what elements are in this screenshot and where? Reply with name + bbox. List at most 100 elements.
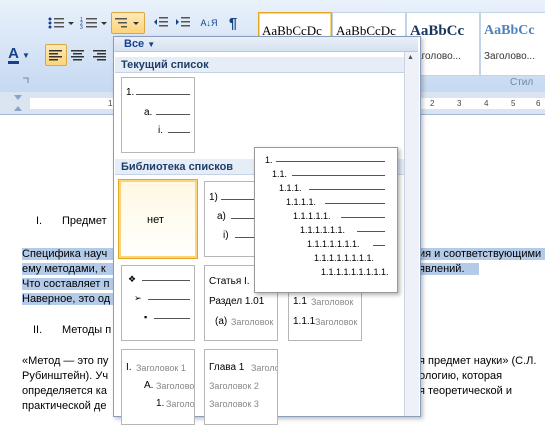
list-none-tile[interactable]: нет bbox=[118, 179, 198, 259]
level-line bbox=[168, 132, 190, 133]
chevron-down-icon: ▼ bbox=[147, 40, 156, 49]
chevron-down-icon: ▼ bbox=[21, 50, 30, 60]
para2-line2-right: ологию, которая bbox=[419, 370, 503, 382]
para1-line1-right: ия и соответствующими bbox=[419, 248, 545, 260]
level-sample-text: Заголовок 2 bbox=[156, 381, 195, 391]
level-line bbox=[136, 94, 190, 95]
preview-level-line bbox=[292, 175, 385, 176]
bullets-button[interactable] bbox=[45, 12, 77, 34]
para2-line1-right: я предмет науки» (С.Л. bbox=[419, 355, 537, 367]
sort-button[interactable]: А↓Я bbox=[198, 12, 220, 34]
align-center-icon bbox=[71, 50, 84, 61]
section-current-list: Текущий список bbox=[115, 57, 406, 73]
increase-indent-button[interactable] bbox=[172, 12, 194, 34]
level-label: Глава 1 bbox=[209, 362, 245, 373]
level-sample-text: Заголовок 1 bbox=[136, 363, 186, 373]
level-label: a. bbox=[144, 107, 153, 118]
ruler-tick: 1 bbox=[108, 99, 113, 108]
ruler-tick: 5 bbox=[511, 99, 516, 108]
preview-level-label: 1. bbox=[265, 155, 273, 165]
increase-indent-icon bbox=[176, 17, 190, 27]
align-left-button[interactable] bbox=[45, 44, 67, 66]
para1-line2-right: явлений. bbox=[419, 263, 479, 275]
level-label: i) bbox=[223, 230, 229, 241]
level-label: i. bbox=[158, 125, 163, 136]
preview-level-label: 1.1.1. bbox=[279, 183, 302, 193]
para1-line2-left: ему методами, к bbox=[22, 263, 113, 275]
level-sample-text: Заголово bbox=[251, 363, 277, 373]
level-line bbox=[154, 318, 190, 319]
level-label: (a) bbox=[215, 316, 228, 327]
show-marks-button[interactable]: ¶ bbox=[222, 12, 244, 34]
style-name: Заголово... bbox=[484, 51, 535, 62]
preview-level-label: 1.1.1.1. bbox=[286, 197, 317, 207]
preview-level-label: 1.1.1.1.1.1. bbox=[300, 225, 346, 235]
preview-level-label: 1.1.1.1.1.1.1.1. bbox=[314, 253, 375, 263]
level-line bbox=[148, 299, 190, 300]
heading1-number: I. bbox=[36, 215, 43, 227]
list-heading-tile[interactable]: I. Заголовок 1 A. Заголовок 2 1. Заголов… bbox=[121, 349, 195, 425]
level-line bbox=[156, 114, 190, 115]
level-sample-text: Заголовок bbox=[315, 317, 358, 327]
level-label: Раздел 1.01 bbox=[209, 296, 265, 307]
current-list-tile[interactable]: 1. a. i. bbox=[121, 77, 195, 153]
ruler-tick: 2 bbox=[430, 99, 435, 108]
preview-level-line bbox=[373, 245, 385, 246]
level-label: 1) bbox=[209, 192, 218, 203]
multilevel-list-icon bbox=[115, 18, 139, 28]
font-color-letter: A bbox=[8, 44, 19, 64]
level-label: Статья I. bbox=[209, 276, 250, 287]
multilevel-list-button[interactable] bbox=[111, 12, 145, 34]
list-bullets-tile[interactable]: ❖ ➢ ▪ bbox=[121, 265, 195, 341]
bullet-arrow-icon: ➢ bbox=[134, 293, 142, 303]
decrease-indent-icon bbox=[154, 17, 168, 27]
preview-level-label: 1.1.1.1.1.1.1.1.1. bbox=[321, 267, 389, 277]
align-left-icon bbox=[49, 50, 62, 61]
level-sample-text: Заголовок 3 bbox=[209, 399, 259, 409]
preview-level-line bbox=[357, 231, 385, 232]
para1-line1-left: Специфика науч bbox=[22, 248, 113, 260]
align-center-button[interactable] bbox=[67, 44, 89, 66]
preview-level-label: 1.1.1.1.1. bbox=[293, 211, 331, 221]
gallery-scrollbar[interactable]: ▲ bbox=[404, 52, 419, 416]
level-label: 1. bbox=[126, 87, 135, 98]
ruler-tick: 4 bbox=[484, 99, 489, 108]
para1-line3: Что составляет п bbox=[22, 278, 113, 290]
align-right-button[interactable] bbox=[89, 44, 111, 66]
preview-level-label: 1.1.1.1.1.1.1. bbox=[307, 239, 360, 249]
gallery-filter-bar: Все ▼ bbox=[114, 37, 418, 52]
bullet-square-icon: ▪ bbox=[144, 312, 148, 322]
level-sample-text: Заголовок bbox=[311, 297, 354, 307]
align-right-icon bbox=[93, 50, 106, 61]
preview-level-line bbox=[276, 161, 385, 162]
scroll-up-icon[interactable]: ▲ bbox=[407, 54, 414, 61]
level-label: A. bbox=[144, 380, 154, 391]
ruler-tick: 3 bbox=[457, 99, 462, 108]
style-heading-2[interactable]: AaBbCc Заголово... bbox=[480, 12, 545, 76]
level-sample-text: Заголовок 2 bbox=[209, 381, 259, 391]
list-chapter-tile[interactable]: Глава 1 Заголово Заголовок 2 Заголовок 3 bbox=[204, 349, 278, 425]
svg-text:3: 3 bbox=[80, 25, 83, 30]
level-label: a) bbox=[217, 211, 226, 222]
level-sample-text: Заголовок bbox=[231, 317, 274, 327]
numbering-button[interactable]: 123 bbox=[78, 12, 110, 34]
level-sample-text: Заголовок 3 bbox=[166, 399, 195, 409]
partial-button[interactable] bbox=[8, 12, 26, 34]
filter-dropdown[interactable]: Все ▼ bbox=[124, 38, 155, 50]
dialog-launcher-icon[interactable] bbox=[22, 76, 30, 84]
preview-level-line bbox=[308, 189, 385, 190]
preview-level-line bbox=[324, 203, 385, 204]
style-sample: AaBbCc bbox=[484, 23, 535, 38]
para2-line4: практической де bbox=[22, 400, 107, 412]
preview-level-line bbox=[341, 217, 385, 218]
level-line bbox=[142, 280, 190, 281]
para2-line1-left: «Метод — это пу bbox=[22, 355, 109, 367]
bullet-diamond-icon: ❖ bbox=[128, 274, 137, 284]
heading2-text: Методы п bbox=[62, 324, 112, 336]
heading2-number: II. bbox=[33, 324, 43, 336]
decrease-indent-button[interactable] bbox=[150, 12, 172, 34]
list-preview-popup: 1. 1.1. 1.1.1. 1.1.1.1. 1.1.1.1.1. 1.1.1.1.1.… bbox=[254, 147, 398, 293]
font-color-button[interactable]: A ▼ bbox=[4, 44, 34, 66]
bullets-icon bbox=[48, 17, 74, 29]
preview-level-label: 1.1. bbox=[272, 169, 288, 179]
